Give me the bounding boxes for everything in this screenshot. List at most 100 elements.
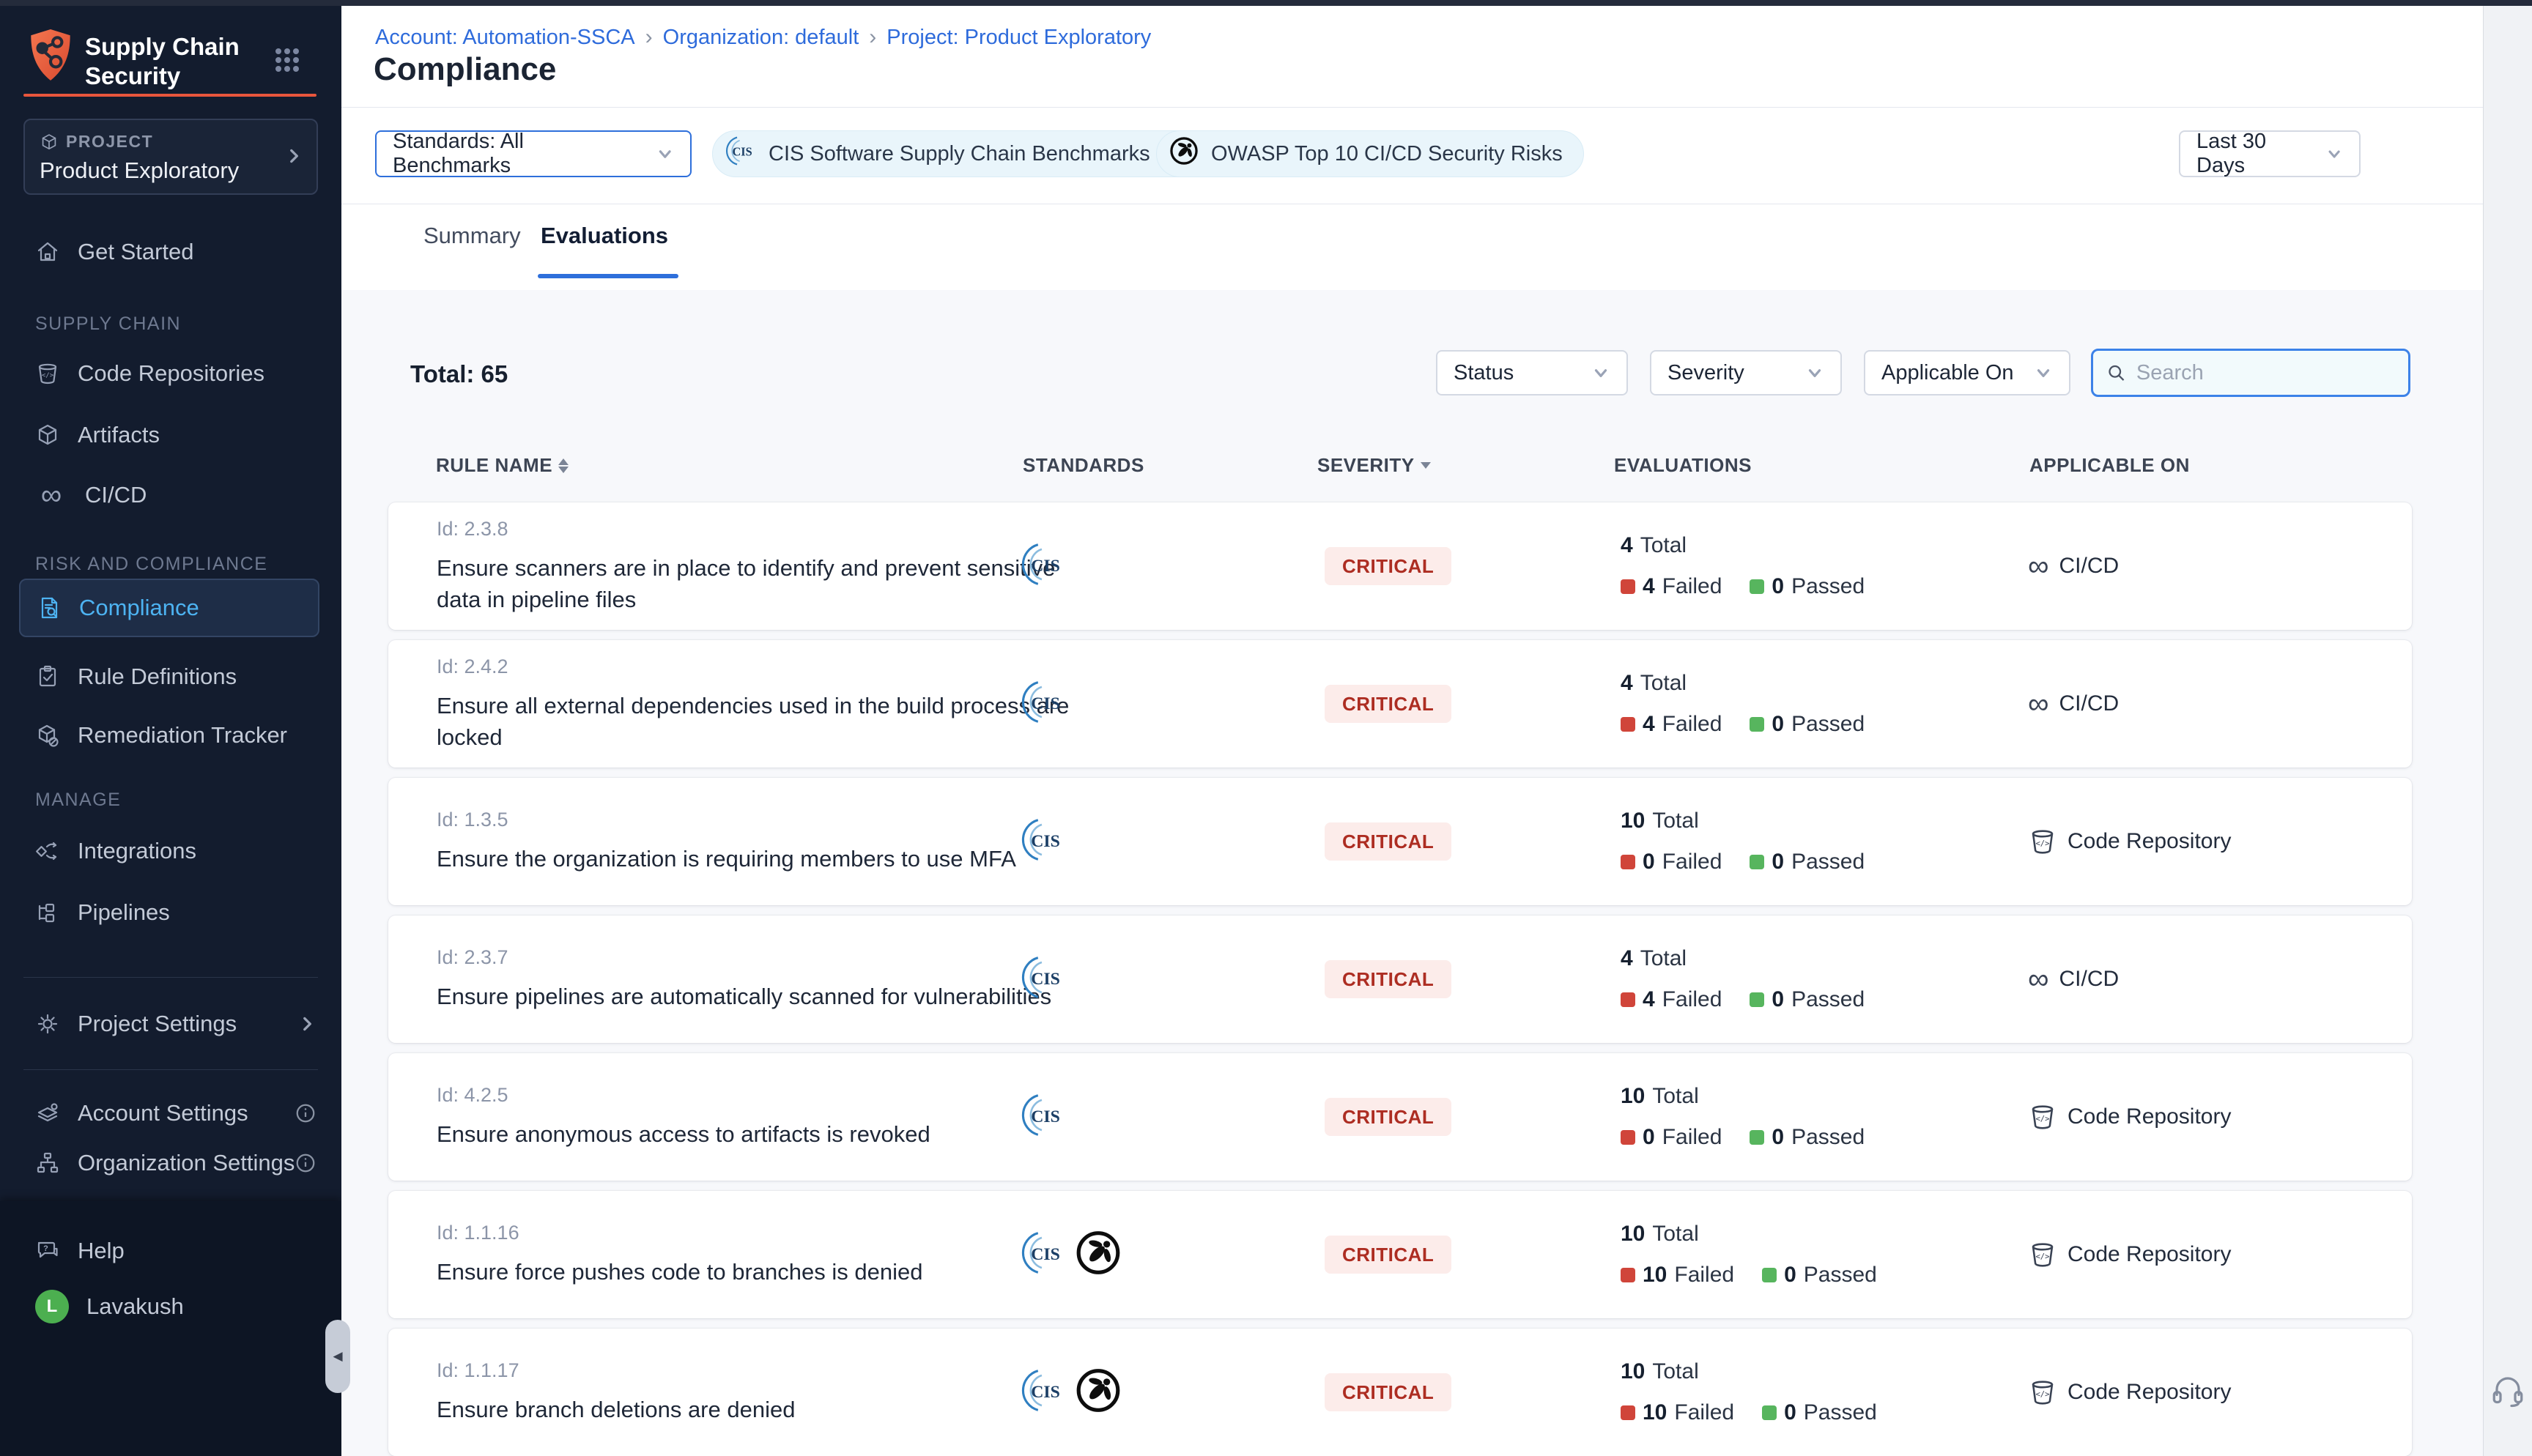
sidebar-item-compliance[interactable]: Compliance	[19, 579, 319, 637]
failed-indicator	[1621, 1130, 1635, 1145]
info-icon[interactable]	[295, 1152, 316, 1174]
avatar: L	[35, 1290, 69, 1323]
breadcrumb-separator-icon: ›	[645, 25, 653, 50]
integrations-icon	[35, 839, 60, 863]
cis-benchmark-chip[interactable]: CIS CIS Software Supply Chain Benchmarks…	[712, 130, 1207, 177]
table-row[interactable]: Id: 4.2.5 Ensure anonymous access to art…	[388, 1053, 2412, 1181]
evaluations-cell: 10Total 10Failed 0Passed	[1621, 1329, 1877, 1456]
sidebar-item-rule-definitions[interactable]: Rule Definitions	[0, 659, 341, 694]
date-range-select[interactable]: Last 30 Days	[2179, 130, 2361, 177]
app-logo-shield-icon	[26, 28, 75, 87]
search-input[interactable]	[2136, 361, 2395, 385]
support-headset-icon[interactable]	[2490, 1371, 2526, 1411]
cis-standard-icon: CIS	[1020, 1230, 1067, 1280]
code-repository-icon: </>	[2028, 1240, 2057, 1269]
owasp-chip[interactable]: OWASP Top 10 CI/CD Security Risks	[1156, 130, 1584, 177]
breadcrumb-account-link[interactable]: Account: Automation-SSCA	[375, 26, 635, 50]
sort-icon	[558, 458, 569, 473]
sidebar-section-manage: MANAGE	[35, 790, 121, 811]
total-count: 10	[1621, 1084, 1645, 1109]
breadcrumb-organization-link[interactable]: Organization: default	[663, 26, 859, 50]
column-header-rule-name[interactable]: RULE NAME	[436, 454, 569, 477]
passed-indicator	[1750, 855, 1764, 869]
code-repository-icon: </>	[35, 361, 60, 386]
tab-summary[interactable]: Summary	[423, 223, 521, 249]
sidebar-section-risk-compliance: RISK AND COMPLIANCE	[35, 554, 267, 575]
rule-id: Id: 4.2.5	[437, 1084, 930, 1107]
info-icon[interactable]	[295, 1102, 316, 1124]
rule-id: Id: 2.3.8	[437, 518, 1074, 541]
failed-indicator	[1621, 992, 1635, 1007]
passed-indicator	[1762, 1405, 1777, 1420]
column-header-standards: STANDARDS	[1023, 454, 1144, 477]
rule-cell: Id: 1.3.5 Ensure the organization is req…	[437, 778, 1016, 905]
standards-cell: CIS	[1020, 817, 1067, 867]
passed-indicator	[1750, 1130, 1764, 1145]
severity-badge: CRITICAL	[1325, 1373, 1451, 1411]
table-row[interactable]: Id: 2.3.8 Ensure scanners are in place t…	[388, 502, 2412, 630]
table-row[interactable]: Id: 2.3.7 Ensure pipelines are automatic…	[388, 915, 2412, 1043]
column-header-severity[interactable]: SEVERITY	[1317, 454, 1431, 477]
app-root: Supply Chain Security PROJECT Product Ex…	[0, 0, 2532, 1456]
sidebar-user[interactable]: L Lavakush	[0, 1289, 341, 1324]
severity-badge: CRITICAL	[1325, 960, 1451, 998]
breadcrumb: Account: Automation-SSCA › Organization:…	[375, 25, 1151, 50]
sidebar-item-cicd[interactable]: ∞ CI/CD	[0, 478, 341, 513]
standards-select[interactable]: Standards: All Benchmarks	[375, 130, 692, 177]
passed-indicator	[1762, 1268, 1777, 1282]
table-row[interactable]: Id: 1.1.17 Ensure branch deletions are d…	[388, 1329, 2412, 1456]
infinity-icon: ∞	[2028, 551, 2049, 581]
sidebar-item-pipelines[interactable]: Pipelines	[0, 895, 341, 930]
applicable-on-cell: </> Code Repository	[2028, 827, 2231, 856]
total-count: 4	[1621, 671, 1633, 696]
sidebar-item-label: Help	[78, 1238, 125, 1264]
rule-cell: Id: 2.3.8 Ensure scanners are in place t…	[437, 502, 1074, 630]
status-filter-select[interactable]: Status	[1436, 350, 1628, 395]
search-field[interactable]	[2091, 349, 2410, 397]
passed-count: 0	[1784, 1263, 1796, 1288]
sidebar-item-integrations[interactable]: Integrations	[0, 833, 341, 869]
sidebar-item-organization-settings[interactable]: Organization Settings	[0, 1145, 341, 1181]
rule-name: Ensure branch deletions are denied	[437, 1394, 795, 1425]
tab-evaluations[interactable]: Evaluations	[541, 223, 668, 249]
project-selector[interactable]: PROJECT Product Exploratory	[23, 119, 318, 195]
artifact-box-icon	[35, 423, 60, 447]
standards-select-value: Standards: All Benchmarks	[393, 130, 643, 178]
header-divider	[341, 107, 2483, 108]
passed-count: 0	[1772, 574, 1784, 599]
owasp-standard-icon	[1074, 1229, 1122, 1281]
table-row[interactable]: Id: 1.3.5 Ensure the organization is req…	[388, 778, 2412, 905]
project-selector-label: PROJECT	[66, 132, 153, 152]
chevron-right-icon	[297, 1014, 316, 1033]
sidebar-item-remediation-tracker[interactable]: Remediation Tracker	[0, 718, 341, 753]
rule-name: Ensure anonymous access to artifacts is …	[437, 1118, 930, 1150]
sidebar-collapse-handle[interactable]: ◀	[325, 1320, 350, 1393]
sidebar-item-label: Compliance	[79, 595, 199, 621]
infinity-icon: ∞	[2028, 965, 2049, 994]
cis-standard-icon: CIS	[1020, 817, 1067, 867]
code-repository-icon: </>	[2028, 827, 2057, 856]
sidebar-item-get-started[interactable]: Get Started	[0, 234, 341, 270]
app-switcher-grid-icon[interactable]	[273, 45, 302, 78]
sidebar-item-artifacts[interactable]: Artifacts	[0, 417, 341, 453]
evaluations-cell: 4Total 4Failed 0Passed	[1621, 502, 1865, 630]
applicable-on-cell: </> Code Repository	[2028, 1240, 2231, 1269]
rule-name: Ensure pipelines are automatically scann…	[437, 981, 1051, 1012]
breadcrumb-project-link[interactable]: Project: Product Exploratory	[886, 26, 1151, 50]
pipelines-icon	[35, 900, 60, 925]
chevron-down-icon	[2034, 363, 2053, 382]
svg-text:</>: </>	[42, 372, 54, 379]
sidebar-item-project-settings[interactable]: Project Settings	[0, 1006, 341, 1041]
passed-indicator	[1750, 579, 1764, 594]
table-row[interactable]: Id: 2.4.2 Ensure all external dependenci…	[388, 640, 2412, 768]
applicable-on-filter-select[interactable]: Applicable On	[1864, 350, 2070, 395]
remediation-box-icon	[35, 723, 60, 748]
standards-cell: CIS	[1020, 954, 1067, 1005]
sidebar-item-help[interactable]: ? Help	[0, 1233, 341, 1269]
rule-id: Id: 1.3.5	[437, 809, 1016, 831]
infinity-icon: ∞	[2028, 689, 2049, 718]
severity-filter-select[interactable]: Severity	[1650, 350, 1842, 395]
sidebar-item-code-repositories[interactable]: </> Code Repositories	[0, 356, 341, 391]
table-row[interactable]: Id: 1.1.16 Ensure force pushes code to b…	[388, 1191, 2412, 1318]
sidebar-item-account-settings[interactable]: Account Settings	[0, 1096, 341, 1131]
